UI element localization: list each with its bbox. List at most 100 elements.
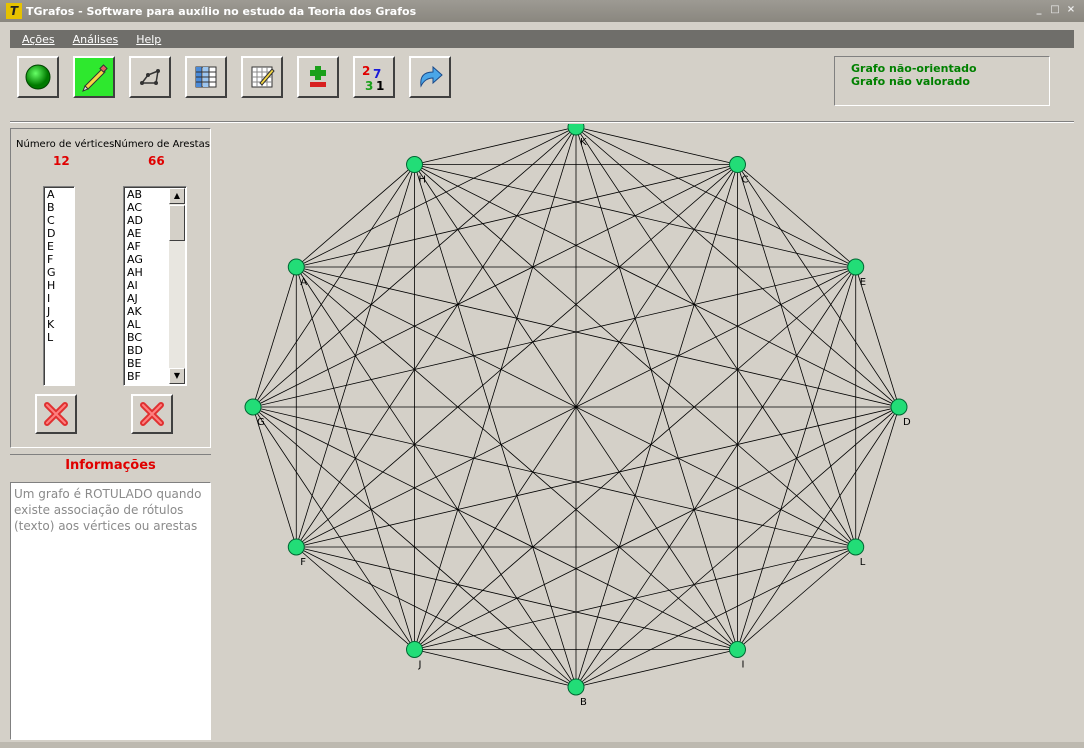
graph-vertex[interactable] bbox=[287, 258, 305, 276]
vertex-list-item[interactable]: L bbox=[47, 331, 71, 344]
plus-minus-tool-button[interactable] bbox=[297, 56, 339, 98]
graph-vertex-label: J bbox=[418, 659, 422, 670]
graph-edge[interactable] bbox=[737, 546, 856, 650]
graph-vertex-label: B bbox=[580, 697, 587, 708]
graph-vertex[interactable] bbox=[847, 538, 865, 556]
graph-edge[interactable] bbox=[295, 266, 415, 650]
graph-vertex-label: K bbox=[580, 137, 587, 148]
menu-analises[interactable]: Análises bbox=[73, 33, 119, 46]
graph-edge[interactable] bbox=[296, 164, 415, 268]
window-title: TGrafos - Software para auxílio no estud… bbox=[26, 4, 417, 18]
close-button[interactable]: × bbox=[1064, 3, 1078, 17]
graph-tool-button[interactable] bbox=[129, 56, 171, 98]
vertex-list-item[interactable]: I bbox=[47, 292, 71, 305]
vertex-list-item[interactable]: C bbox=[47, 214, 71, 227]
vertex-list-item[interactable]: F bbox=[47, 253, 71, 266]
green-circle-icon bbox=[25, 64, 51, 90]
info-title: Informações bbox=[10, 454, 211, 476]
graph-edge[interactable] bbox=[414, 164, 856, 548]
vertex-tool-button[interactable] bbox=[17, 56, 59, 98]
vertex-list-item[interactable]: A bbox=[47, 188, 71, 201]
matrix-tool-button[interactable] bbox=[185, 56, 227, 98]
graph-edge[interactable] bbox=[296, 406, 900, 548]
graph-edge[interactable] bbox=[296, 266, 900, 408]
menu-acoes[interactable]: Ações bbox=[22, 33, 55, 46]
toolbar-divider bbox=[10, 121, 1074, 123]
graph-vertex[interactable] bbox=[406, 156, 423, 174]
graph-edge[interactable] bbox=[414, 266, 856, 650]
graph-edge[interactable] bbox=[296, 164, 738, 548]
graph-vertex-label: H bbox=[419, 175, 427, 186]
edges-scrollbar[interactable]: ▲ ▼ bbox=[169, 188, 185, 384]
vertex-list-item[interactable]: J bbox=[47, 305, 71, 318]
numbers-icon-2: 2 bbox=[362, 64, 370, 78]
graph-edge[interactable] bbox=[296, 546, 577, 688]
graph-vertex[interactable] bbox=[244, 398, 262, 416]
graph-vertex[interactable] bbox=[567, 124, 585, 136]
graph-edge[interactable] bbox=[855, 406, 900, 548]
graph-edge[interactable] bbox=[295, 266, 577, 688]
graph-edge[interactable] bbox=[575, 649, 738, 688]
graph-vertex[interactable] bbox=[847, 258, 865, 276]
vertex-list-item[interactable]: E bbox=[47, 240, 71, 253]
graph-edge[interactable] bbox=[296, 266, 738, 650]
graph-vertex-label: E bbox=[860, 277, 866, 288]
graph-edge[interactable] bbox=[855, 266, 900, 408]
graph-edge[interactable] bbox=[252, 266, 856, 408]
scroll-thumb[interactable] bbox=[169, 205, 185, 241]
graph-edge[interactable] bbox=[414, 126, 577, 165]
graph-edge[interactable] bbox=[414, 164, 900, 408]
graph-edge[interactable] bbox=[575, 126, 738, 165]
scroll-up-icon[interactable]: ▲ bbox=[169, 188, 185, 204]
graph-edge[interactable] bbox=[295, 164, 415, 548]
graph-vertex[interactable] bbox=[729, 640, 746, 658]
vertex-list-item[interactable]: H bbox=[47, 279, 71, 292]
menu-help[interactable]: Help bbox=[136, 33, 161, 46]
graph-vertex[interactable] bbox=[890, 398, 908, 416]
graph-status-box: Grafo não-orientado Grafo não valorado bbox=[834, 56, 1050, 106]
delete-x-icon bbox=[140, 402, 164, 426]
graph-edge[interactable] bbox=[252, 406, 297, 548]
graph-vertex[interactable] bbox=[406, 640, 423, 658]
vertices-count: 12 bbox=[53, 154, 70, 168]
graph-vertex-label: L bbox=[860, 557, 866, 568]
numbers-tool-button[interactable]: 2 7 3 1 bbox=[353, 56, 395, 98]
graph-vertex-label: D bbox=[903, 417, 911, 428]
graph-canvas[interactable]: K C E D L I B J F G A H bbox=[216, 124, 1074, 740]
vertex-list-item[interactable]: G bbox=[47, 266, 71, 279]
graph-edge[interactable] bbox=[252, 406, 738, 650]
delete-vertex-button[interactable] bbox=[35, 394, 77, 434]
graph-edge[interactable] bbox=[414, 164, 856, 268]
vertex-list-item[interactable]: K bbox=[47, 318, 71, 331]
delete-edge-button[interactable] bbox=[131, 394, 173, 434]
graph-vertex[interactable] bbox=[729, 156, 746, 174]
graph-edge[interactable] bbox=[252, 266, 297, 408]
graph-edge[interactable] bbox=[414, 649, 577, 688]
title-bar: T TGrafos - Software para auxílio no est… bbox=[0, 0, 1084, 22]
graph-edge[interactable] bbox=[737, 164, 856, 268]
pencil-icon bbox=[82, 64, 108, 92]
graph-edge[interactable] bbox=[252, 406, 415, 650]
arrow-icon bbox=[420, 65, 443, 88]
graph-vertex-label: F bbox=[300, 557, 306, 568]
menu-bar: Ações Análises Help bbox=[10, 30, 1074, 48]
maximize-button[interactable]: □ bbox=[1048, 3, 1062, 17]
minimize-button[interactable]: _ bbox=[1032, 3, 1046, 17]
vertex-list-item[interactable]: D bbox=[47, 227, 71, 240]
info-text: Um grafo é ROTULADO quando existe associ… bbox=[10, 482, 211, 740]
edit-tool-button[interactable] bbox=[73, 56, 115, 98]
graph-vertex[interactable] bbox=[567, 678, 585, 696]
graph-edge[interactable] bbox=[252, 164, 415, 408]
vertices-count-label: Número de vértices bbox=[16, 139, 115, 150]
redo-tool-button[interactable] bbox=[409, 56, 451, 98]
edges-count-label: Número de Arestas bbox=[114, 139, 210, 150]
graph-vertex[interactable] bbox=[287, 538, 305, 556]
vertices-list[interactable]: ABCDEFGHIJKL bbox=[43, 186, 75, 386]
edit-matrix-tool-button[interactable] bbox=[241, 56, 283, 98]
edges-list[interactable]: AB AC AD AE AF AG AH AI AJ AK AL BC BD BE BF ▲ ▼ bbox=[123, 186, 187, 386]
graph-edge[interactable] bbox=[252, 406, 856, 548]
vertex-list-item[interactable]: B bbox=[47, 201, 71, 214]
graph-edge[interactable] bbox=[296, 546, 415, 650]
scroll-down-icon[interactable]: ▼ bbox=[169, 368, 185, 384]
graph-vertex-label: C bbox=[742, 175, 749, 186]
